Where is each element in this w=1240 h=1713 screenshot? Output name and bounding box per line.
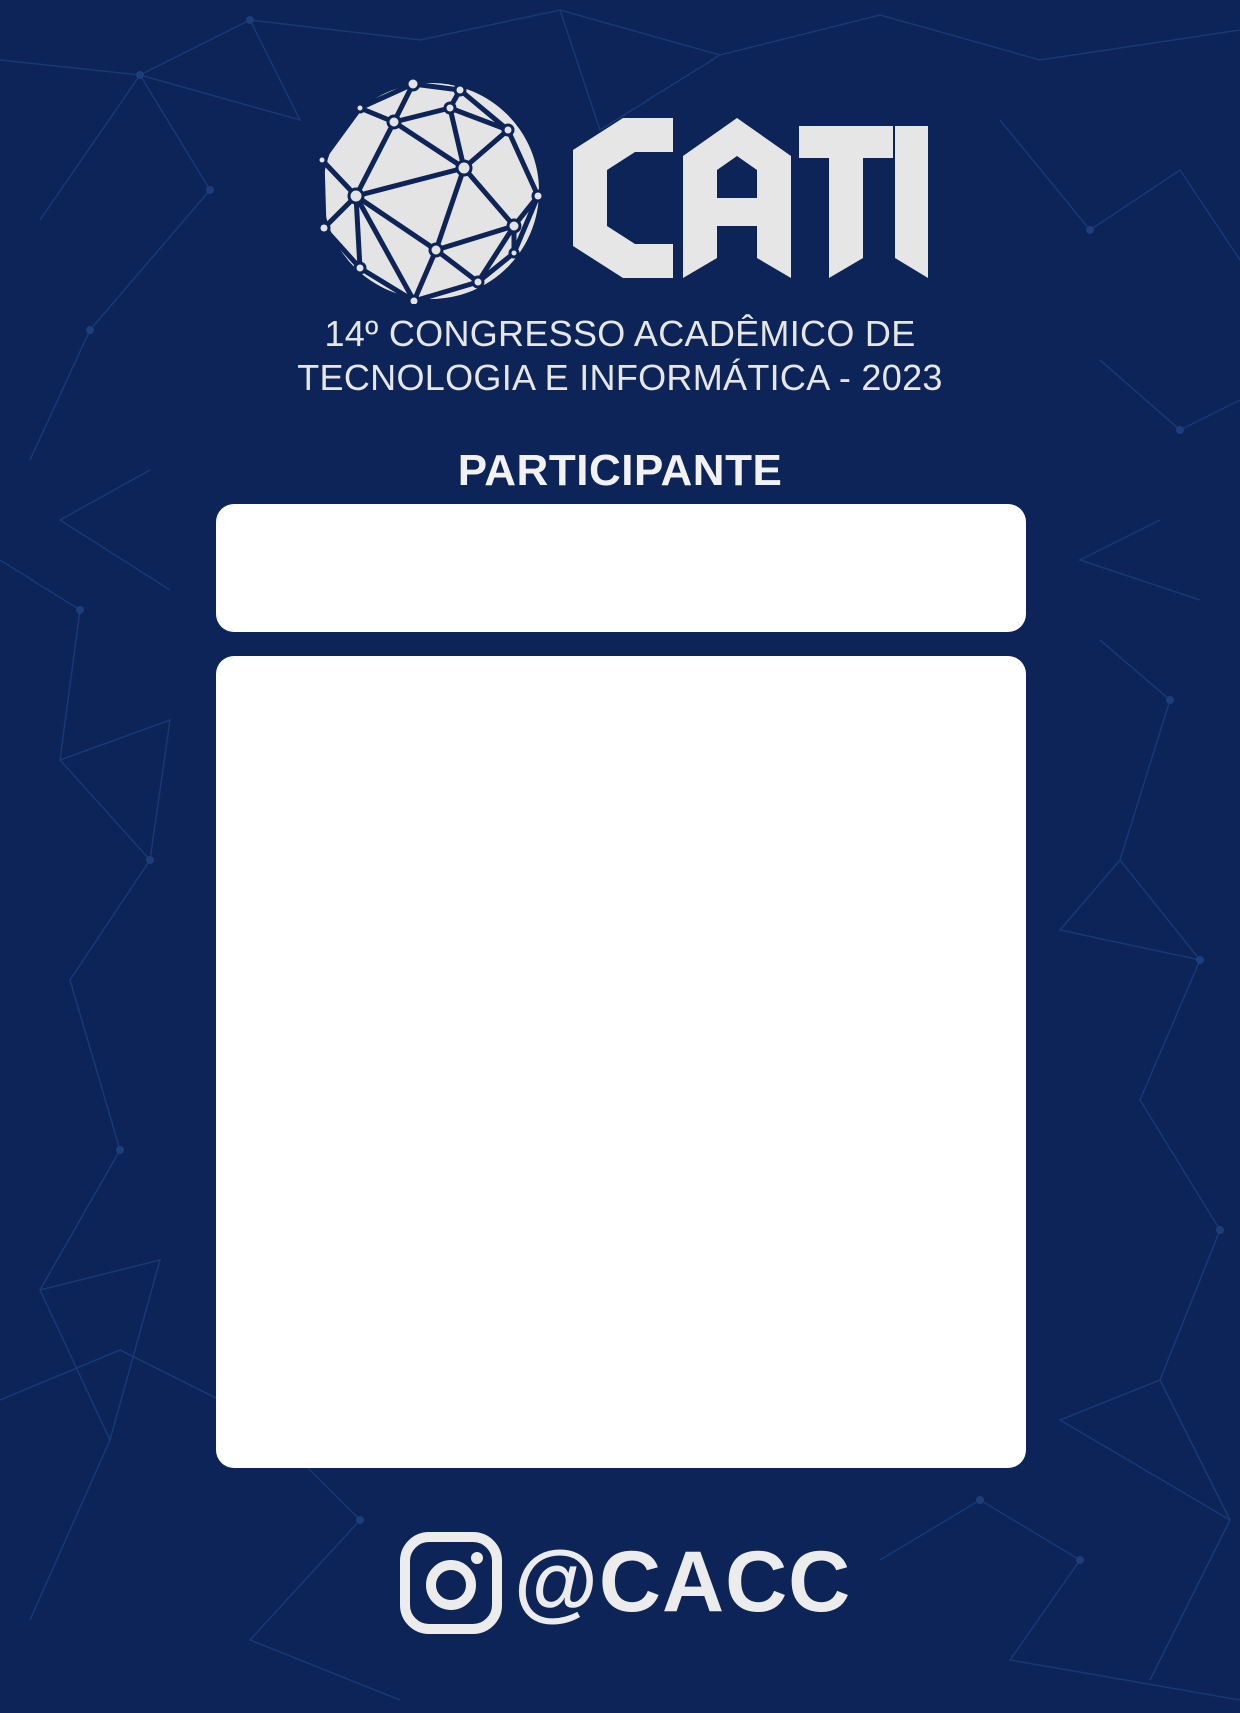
instagram-icon	[400, 1532, 502, 1634]
subtitle-line-1: 14º CONGRESSO ACADÊMICO DE	[324, 313, 916, 354]
social-handle: @CACC	[400, 1530, 850, 1634]
cati-logo	[318, 78, 928, 304]
event-subtitle: 14º CONGRESSO ACADÊMICO DE TECNOLOGIA E …	[0, 312, 1240, 400]
role-label: PARTICIPANTE	[457, 446, 783, 495]
cati-wordmark	[573, 118, 928, 278]
social-handle-text: @CACC	[514, 1534, 852, 1630]
geodesic-globe-icon	[318, 78, 545, 304]
subtitle-line-2: TECNOLOGIA E INFORMÁTICA - 2023	[297, 357, 943, 398]
participant-photo-area	[216, 656, 1026, 1468]
participant-name-field	[216, 504, 1026, 632]
